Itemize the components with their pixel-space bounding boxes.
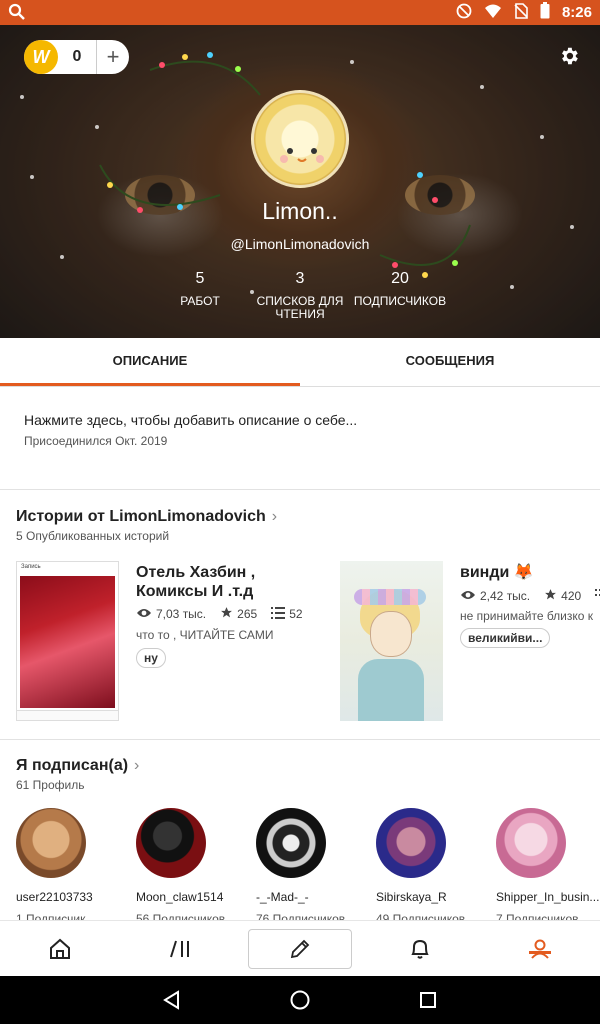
following-user[interactable]: Moon_claw1514 56 Подписчиков xyxy=(136,808,256,926)
bottom-navigation xyxy=(0,920,600,976)
chevron-right-icon: › xyxy=(271,508,278,525)
home-icon[interactable] xyxy=(0,921,120,977)
profile-handle: @LimonLimonadovich xyxy=(230,236,370,252)
back-icon[interactable] xyxy=(160,988,184,1012)
star-icon xyxy=(220,606,233,622)
list-icon xyxy=(271,606,286,622)
story-description: не принимайте близко к xyxy=(460,609,594,623)
wifi-icon xyxy=(484,3,502,23)
following-user[interactable]: user22103733 1 Подписчик xyxy=(16,808,136,926)
following-count: 61 Профиль xyxy=(16,778,85,792)
story-title[interactable]: Отель Хазбин , Комиксы И .т.д xyxy=(136,563,255,601)
library-icon[interactable] xyxy=(120,921,240,977)
story-cover[interactable] xyxy=(340,561,443,721)
do-not-disturb-icon xyxy=(456,3,472,23)
battery-icon xyxy=(540,2,550,23)
stories-count: 5 Опубликованных историй xyxy=(16,529,170,543)
tab-messages[interactable]: СООБЩЕНИЯ xyxy=(300,338,600,386)
recents-icon[interactable] xyxy=(416,988,440,1012)
joined-date: Присоединился Окт. 2019 xyxy=(24,434,168,448)
profile-icon[interactable] xyxy=(480,921,600,977)
pencil-icon[interactable] xyxy=(248,929,352,969)
story-cover[interactable]: Запись xyxy=(16,561,119,721)
following-user[interactable]: -_-Mad-_- 76 Подписчиков xyxy=(256,808,376,926)
story-stats: 2,42 тыс. 420 xyxy=(460,588,600,604)
coin-count: 0 xyxy=(72,48,82,65)
story-tag[interactable]: великийви... xyxy=(460,628,551,648)
profile-name: Limon.. xyxy=(262,198,338,224)
chevron-right-icon: › xyxy=(134,757,140,774)
no-sim-icon xyxy=(514,2,528,23)
tab-description[interactable]: ОПИСАНИЕ xyxy=(0,338,300,386)
eye-icon xyxy=(460,589,476,604)
following-user[interactable]: Sibirskaya_R 49 Подписчиков xyxy=(376,808,496,926)
status-bar: 8:26 xyxy=(0,0,600,25)
following-user[interactable]: Shipper_In_busin... 7 Подписчиков xyxy=(496,808,600,926)
profile-avatar[interactable] xyxy=(251,90,349,188)
story-title[interactable]: винди 🦊 xyxy=(460,563,534,582)
home-button-icon[interactable] xyxy=(288,988,312,1012)
profile-header: W 0 + Limon.. @LimonLimonadovich 5 РАБОТ… xyxy=(0,25,600,338)
avatar xyxy=(136,808,206,878)
story-description: что то , ЧИТАЙТЕ САМИ xyxy=(136,628,274,642)
stat-followers[interactable]: 20 ПОДПИСЧИКОВ xyxy=(340,270,460,308)
bell-icon[interactable] xyxy=(360,921,480,977)
active-tab-indicator xyxy=(529,951,551,954)
eye-icon xyxy=(136,607,152,622)
following-section-title[interactable]: Я подписан(а) › xyxy=(16,757,139,775)
avatar xyxy=(376,808,446,878)
add-description-prompt[interactable]: Нажмите здесь, чтобы добавить описание о… xyxy=(24,412,357,428)
story-tag[interactable]: ну xyxy=(136,648,166,668)
system-navigation-bar xyxy=(0,976,600,1024)
clock-time: 8:26 xyxy=(561,4,592,21)
avatar xyxy=(256,808,326,878)
avatar xyxy=(496,808,566,878)
search-icon[interactable] xyxy=(8,3,26,26)
profile-tabs: ОПИСАНИЕ СООБЩЕНИЯ xyxy=(0,338,600,387)
add-coins-button[interactable]: + xyxy=(97,40,129,74)
coin-balance[interactable]: W 0 + xyxy=(24,40,129,74)
star-icon xyxy=(544,588,557,604)
avatar xyxy=(16,808,86,878)
coin-icon: W xyxy=(24,40,58,74)
stories-section-title[interactable]: Истории от LimonLimonadovich › xyxy=(16,508,277,526)
list-icon xyxy=(595,588,600,604)
gear-icon[interactable] xyxy=(558,45,580,72)
story-stats: 7,03 тыс. 265 52 xyxy=(136,606,303,622)
